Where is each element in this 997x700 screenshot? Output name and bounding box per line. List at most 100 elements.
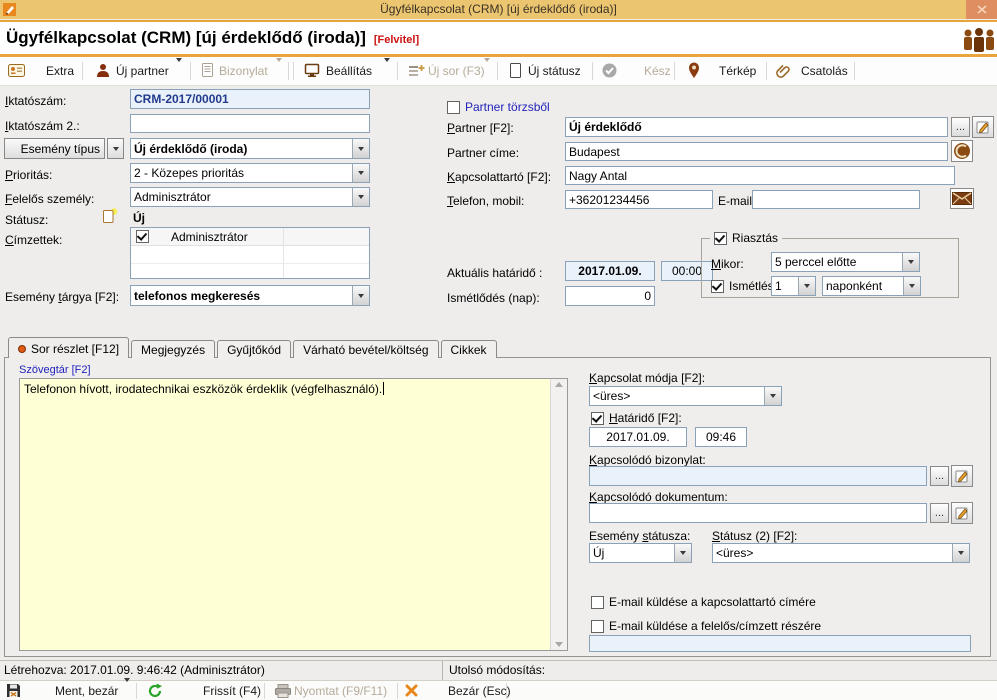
tab-sor-reszlet[interactable]: Sor részlet [F12]: [8, 337, 129, 358]
bottom-toolbar: Ment, bezár Frissít (F4) Nyomtat (F9/F11…: [0, 680, 997, 700]
note-icon[interactable]: [102, 208, 118, 224]
ellipsis-label: ...: [956, 121, 965, 133]
iktatoszam2-field[interactable]: [130, 114, 370, 133]
partner-browse-button[interactable]: ...: [951, 117, 970, 137]
partner-cime-field[interactable]: Budapest: [565, 142, 948, 161]
email-felelos-checkbox[interactable]: E-mail küldése a felelős/címzett részére: [591, 619, 821, 633]
dropdown-button[interactable]: [902, 253, 919, 271]
hatarido-checkbox[interactable]: Határidő [F2]:: [591, 411, 682, 425]
cimzett-checkbox[interactable]: [136, 230, 149, 243]
dokumentum-field[interactable]: [589, 503, 927, 523]
esemeny-tipus-dropdown-button[interactable]: [107, 138, 124, 159]
ismetles-unit-select[interactable]: naponként: [822, 276, 921, 296]
tab-cikkek[interactable]: Cikkek: [441, 340, 497, 358]
map-pin-icon: [688, 62, 700, 79]
felelos-select[interactable]: Adminisztrátor: [130, 187, 370, 207]
new-partner-icon: [96, 63, 111, 78]
email-kapcsolattarto-label: E-mail küldése a kapcsolattartó címére: [609, 595, 816, 609]
esemeny-targya-select[interactable]: telefonos megkeresés: [130, 285, 370, 306]
tab-label: Cikkek: [451, 343, 487, 357]
bizonylat-field[interactable]: [589, 466, 927, 486]
map-lookup-button[interactable]: [951, 140, 973, 162]
riasztas-checkbox[interactable]: Riasztás: [710, 231, 782, 245]
toolbar-separator: [82, 62, 83, 80]
checkbox-box: [591, 412, 604, 425]
dropdown-button[interactable]: [798, 277, 815, 295]
dropdown-button[interactable]: [764, 387, 781, 405]
hatarido-time-field[interactable]: 09:46: [695, 427, 747, 447]
scroll-down-icon[interactable]: [555, 642, 563, 647]
toolbar-csatolas[interactable]: Csatolás: [801, 64, 848, 78]
ment-bezar-button[interactable]: Ment, bezár: [55, 684, 118, 698]
szoveg-textarea[interactable]: Telefonon hívott, irodatechnikai eszközö…: [19, 378, 568, 651]
toolbar-beallitas[interactable]: Beállítás: [326, 64, 372, 78]
dropdown-button[interactable]: [352, 286, 369, 305]
szoveg-text: Telefonon hívott, irodatechnikai eszközö…: [24, 382, 545, 396]
email-kapcsolattarto-checkbox[interactable]: E-mail küldése a kapcsolattartó címére: [591, 595, 816, 609]
prioritas-select[interactable]: 2 - Közepes prioritás: [130, 163, 370, 183]
kapcsolat-modja-select[interactable]: <üres>: [589, 386, 782, 406]
esemeny-statusza-select[interactable]: Új: [589, 543, 692, 563]
frissit-button[interactable]: Frissít (F4): [203, 684, 261, 698]
telefon-field[interactable]: +36201234456: [565, 190, 713, 209]
dropdown-button[interactable]: [352, 188, 369, 206]
partner-field[interactable]: Új érdeklődő: [565, 117, 948, 137]
send-email-button[interactable]: [950, 188, 974, 209]
page-title: Ügyfélkapcsolat (CRM) [új érdeklődő (iro…: [6, 28, 366, 48]
dropdown-button[interactable]: [674, 544, 691, 562]
toolbar-terkep[interactable]: Térkép: [719, 64, 756, 78]
partner-edit-button[interactable]: [972, 116, 994, 138]
ismetles-checkbox[interactable]: Ismétlés: [711, 279, 774, 293]
email-field[interactable]: [752, 190, 920, 209]
close-button[interactable]: [966, 0, 997, 19]
dropdown-button[interactable]: [952, 544, 969, 562]
dokumentum-browse-button[interactable]: ...: [930, 503, 949, 523]
tab-gyujtokod[interactable]: Gyűjtőkód: [217, 340, 291, 358]
statusz2-select[interactable]: <üres>: [712, 543, 970, 563]
bizonylat-browse-button[interactable]: ...: [930, 466, 949, 486]
cimzettek-listbox[interactable]: Adminisztrátor: [130, 227, 370, 279]
email-address-field[interactable]: [589, 635, 971, 652]
tab-megjegyzes[interactable]: Megjegyzés: [131, 340, 215, 358]
esemeny-statusza-value: Új: [590, 546, 674, 560]
esemeny-statusza-label: Esemény státusza:: [589, 529, 690, 543]
szovegtar-link[interactable]: Szövegtár [F2]: [19, 364, 91, 376]
toolbar-uj-statusz[interactable]: Új státusz: [528, 64, 581, 78]
close-x-icon[interactable]: [405, 684, 418, 697]
id-card-icon[interactable]: [8, 64, 25, 77]
save-floppy-icon[interactable]: [6, 683, 21, 698]
dropdown-button[interactable]: [903, 277, 920, 295]
hatarido-date-field[interactable]: 2017.01.09.: [589, 427, 687, 447]
cimzett-row[interactable]: Adminisztrátor: [131, 228, 369, 246]
tab-strip: Sor részlet [F12] Megjegyzés Gyűjtőkód V…: [8, 337, 499, 358]
dokumentum-edit-button[interactable]: [951, 502, 973, 524]
ismetles-count-select[interactable]: 1: [771, 276, 816, 296]
toolbar-uj-partner[interactable]: Új partner: [116, 64, 169, 78]
scroll-up-icon[interactable]: [555, 382, 563, 387]
edit-pencil-icon: [976, 120, 990, 134]
refresh-icon[interactable]: [147, 683, 163, 699]
vertical-scrollbar[interactable]: [550, 379, 567, 650]
printer-icon: [275, 684, 291, 698]
dropdown-button[interactable]: [352, 139, 369, 158]
partner-torzsbol-checkbox[interactable]: Partner törzsből: [447, 100, 550, 114]
esemeny-tipus-select[interactable]: Új érdeklődő (iroda): [130, 138, 370, 159]
kapcsolattarto-field[interactable]: Nagy Antal: [565, 166, 955, 185]
bezar-button[interactable]: Bezár (Esc): [448, 684, 511, 698]
date-value: 2017.01.09.: [578, 264, 641, 278]
esemeny-tipus-button[interactable]: Esemény típus: [4, 138, 105, 159]
tab-varhato-bevetel[interactable]: Várható bevétel/költség: [293, 340, 438, 358]
iktatoszam-field[interactable]: CRM-2017/00001: [130, 89, 370, 109]
ismetlodes-field[interactable]: 0: [565, 286, 655, 306]
window-title: Ügyfélkapcsolat (CRM) [új érdeklődő (iro…: [0, 0, 997, 19]
text-caret: [383, 382, 384, 395]
bizonylat-edit-button[interactable]: [951, 465, 973, 487]
dropdown-button[interactable]: [352, 164, 369, 182]
toolbar-extra[interactable]: Extra: [46, 64, 74, 78]
chevron-down-icon: [908, 260, 914, 264]
ismetles-count-value: 1: [772, 279, 798, 293]
mode-badge: [Felvitel]: [374, 34, 419, 46]
aktualis-hatarido-date[interactable]: 2017.01.09.: [565, 261, 655, 281]
statusz2-label: Státusz (2) [F2]:: [712, 529, 797, 543]
mikor-select[interactable]: 5 perccel előtte: [771, 252, 920, 272]
